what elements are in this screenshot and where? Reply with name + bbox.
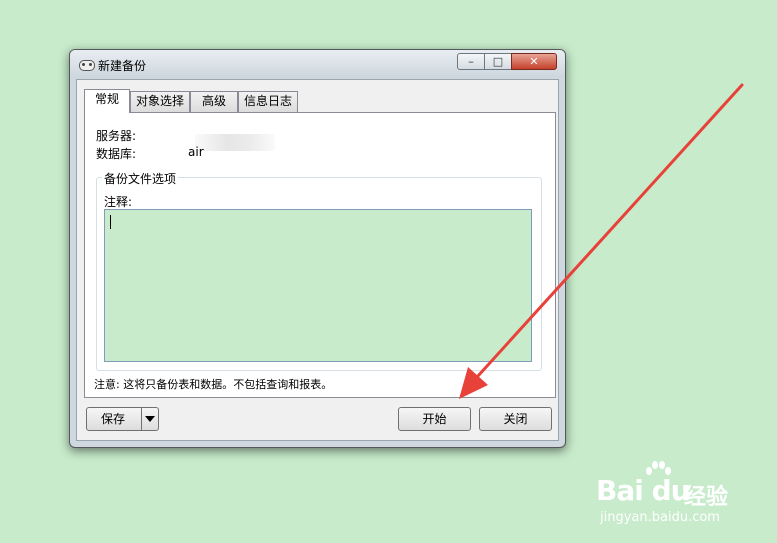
jingyan-text: 经验 xyxy=(684,485,729,510)
watermark-url: jingyan.baidu.com xyxy=(600,510,720,525)
baidu-logo-text: Bai du xyxy=(596,474,691,507)
arrow-shaft xyxy=(466,83,744,389)
tab-general[interactable]: 常规 xyxy=(84,89,130,113)
baidu-jingyan-watermark: Bai du 经验 jingyan.baidu.com xyxy=(596,461,741,532)
